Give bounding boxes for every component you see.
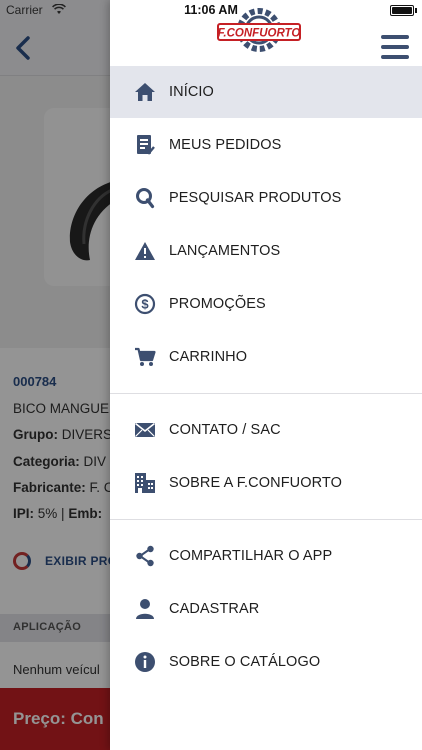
- status-bar: Carrier 11:06 AM: [0, 0, 422, 20]
- menu-item-inicio[interactable]: INÍCIO: [110, 66, 422, 118]
- menu-item-cadastrar[interactable]: CADASTRAR: [110, 583, 422, 635]
- navigation-drawer: F.CONFUORTO INÍCIO MEUS PEDIDOS PESQUISA…: [110, 0, 422, 750]
- menu-divider: [110, 519, 422, 520]
- building-icon: [134, 472, 156, 494]
- menu-label: SOBRE A F.CONFUORTO: [169, 475, 342, 491]
- user-icon: [134, 598, 156, 620]
- envelope-icon: [134, 419, 156, 441]
- menu-label: MEUS PEDIDOS: [169, 137, 282, 153]
- menu-label: PROMOÇÕES: [169, 296, 266, 312]
- orders-icon: [134, 134, 156, 156]
- menu-divider: [110, 393, 422, 394]
- share-icon: [134, 545, 156, 567]
- menu-label: INÍCIO: [169, 84, 214, 100]
- home-icon: [134, 81, 156, 103]
- menu-label: SOBRE O CATÁLOGO: [169, 654, 321, 670]
- menu-label: CONTATO / SAC: [169, 422, 281, 438]
- warning-icon: [134, 240, 156, 262]
- menu-item-meus-pedidos[interactable]: MEUS PEDIDOS: [110, 119, 422, 171]
- search-icon: [134, 187, 156, 209]
- menu-label: LANÇAMENTOS: [169, 243, 281, 259]
- battery-tip: [415, 8, 417, 13]
- menu-item-carrinho[interactable]: CARRINHO: [110, 331, 422, 383]
- info-icon: [134, 651, 156, 673]
- dollar-icon: $: [134, 293, 156, 315]
- menu-item-lancamentos[interactable]: LANÇAMENTOS: [110, 225, 422, 277]
- menu-item-promocoes[interactable]: $ PROMOÇÕES: [110, 278, 422, 330]
- menu-label: PESQUISAR PRODUTOS: [169, 190, 342, 206]
- menu-item-sobre-catalogo[interactable]: SOBRE O CATÁLOGO: [110, 636, 422, 688]
- battery-icon: [390, 5, 414, 16]
- svg-text:$: $: [141, 297, 149, 312]
- menu-item-sobre-fconfuorto[interactable]: SOBRE A F.CONFUORTO: [110, 457, 422, 509]
- cart-icon: [134, 346, 156, 368]
- menu-label: CARRINHO: [169, 349, 248, 365]
- logo-text: F.CONFUORTO: [218, 28, 301, 40]
- menu-label: CADASTRAR: [169, 601, 260, 617]
- hamburger-menu-icon[interactable]: [381, 35, 409, 59]
- clock: 11:06 AM: [184, 3, 238, 17]
- menu-item-compartilhar-app[interactable]: COMPARTILHAR O APP: [110, 530, 422, 582]
- menu-label: COMPARTILHAR O APP: [169, 548, 333, 564]
- menu-item-contato-sac[interactable]: CONTATO / SAC: [110, 404, 422, 456]
- menu-item-pesquisar-produtos[interactable]: PESQUISAR PRODUTOS: [110, 172, 422, 224]
